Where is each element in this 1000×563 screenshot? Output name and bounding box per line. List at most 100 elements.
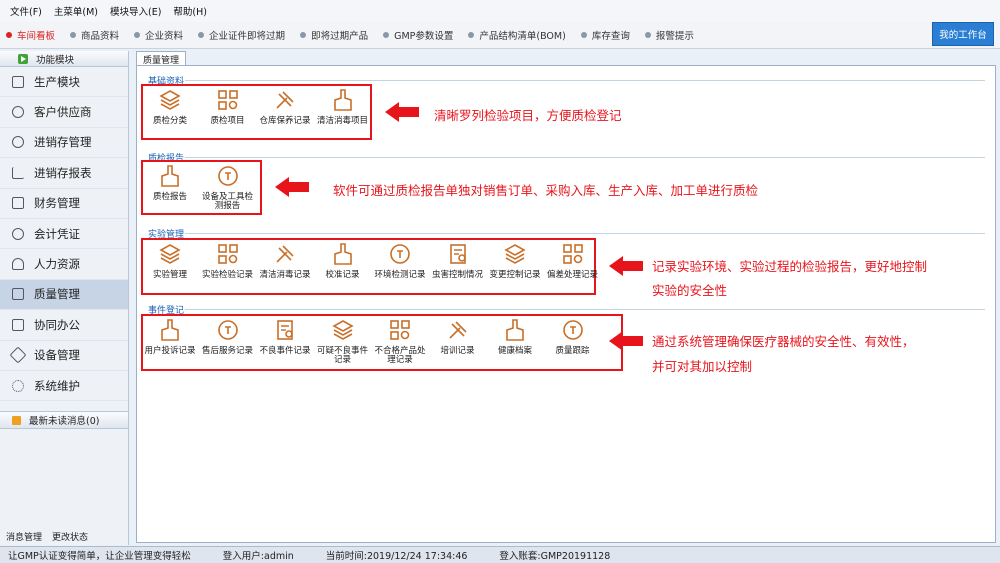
feature-note: 清晰罗列检验项目，方便质检登记	[434, 108, 622, 123]
module-item[interactable]: 可疑不良事件记录	[314, 318, 372, 365]
sidebar-item-quality[interactable]: 质量管理	[0, 279, 128, 311]
bullet-icon	[134, 32, 141, 38]
sidebar-item-system[interactable]: 系统维护	[0, 371, 128, 402]
module-label: 清洁消毒项目	[316, 116, 368, 126]
play-icon	[18, 54, 28, 64]
module-item[interactable]: 清洁消毒项目	[314, 88, 372, 126]
chart-icon	[12, 166, 24, 179]
module-item[interactable]: 清洁消毒记录	[256, 242, 314, 280]
nav-label: 产品结构清单(BOM)	[479, 31, 566, 42]
sidebar-footer: 消息管理 更改状态	[0, 530, 128, 543]
bullet-icon	[6, 32, 12, 38]
module-item[interactable]: 变更控制记录	[486, 242, 544, 280]
menu-module-import[interactable]: 模块导入(E)	[110, 4, 161, 18]
nav-inventory[interactable]: 库存查询	[580, 28, 630, 42]
main-area: 质量管理 基础资料 质检分类 质检项目 仓库保养记录 清洁消毒项目 清晰罗列检验项目，方便…	[136, 51, 996, 545]
module-icon	[390, 244, 410, 264]
feature-note: 实验的安全性	[652, 283, 728, 298]
module-item[interactable]: 环境检测记录	[371, 242, 429, 280]
nav-label: GMP参数设置	[394, 31, 454, 42]
clipboard-icon	[12, 75, 24, 88]
module-item[interactable]: 健康档案	[486, 318, 544, 356]
nav-label: 企业资料	[145, 31, 184, 42]
nav-workshop-board[interactable]: 车间看板	[6, 28, 55, 42]
sidebar-item-hr[interactable]: 人力资源	[0, 249, 128, 280]
module-label: 变更控制记录	[489, 270, 541, 280]
module-item[interactable]: 用户投诉记录	[141, 318, 199, 356]
wrench-icon	[9, 346, 27, 364]
module-label: 偏差处理记录	[546, 270, 598, 280]
module-icon	[159, 90, 181, 110]
module-item[interactable]: 质检项目	[199, 88, 257, 126]
module-label: 售后服务记录	[201, 346, 253, 356]
module-item[interactable]: 实验检验记录	[199, 242, 257, 280]
nav-gmp-settings[interactable]: GMP参数设置	[383, 28, 453, 42]
module-icon	[449, 244, 466, 264]
module-item[interactable]: 质量跟踪	[544, 318, 602, 356]
module-icon	[333, 243, 352, 265]
menu-main[interactable]: 主菜单(M)	[54, 4, 98, 18]
sidebar-item-production[interactable]: 生产模块	[0, 67, 128, 98]
module-item[interactable]: 设备及工具检测报告	[199, 164, 257, 211]
menu-help[interactable]: 帮助(H)	[173, 4, 207, 18]
module-item[interactable]: 不良事件记录	[256, 318, 314, 356]
sidebar-item-vouchers[interactable]: 会计凭证	[0, 219, 128, 250]
module-icon	[217, 166, 238, 186]
nav-label: 即将过期产品	[311, 31, 369, 42]
module-item[interactable]: 不合格产品处理记录	[371, 318, 429, 365]
red-arrow-icon	[609, 256, 643, 276]
wallet-icon	[12, 197, 24, 210]
message-manage-link[interactable]: 消息管理	[6, 530, 42, 543]
status-user: 登入用户:admin	[222, 551, 294, 562]
sidebar-item-reports[interactable]: 进销存报表	[0, 158, 128, 189]
coin-icon	[12, 227, 24, 240]
nav-certificate-expiry[interactable]: 企业证件即将过期	[198, 28, 285, 42]
module-label: 培训记录	[440, 346, 475, 356]
quick-nav-bar: 车间看板 商品资料 企业资料 企业证件即将过期 即将过期产品 GMP参数设置 产…	[0, 22, 1000, 49]
nav-label: 库存查询	[591, 31, 630, 42]
module-item[interactable]: 仓库保养记录	[256, 88, 314, 126]
feature-note: 并可对其加以控制	[652, 359, 753, 374]
tab-quality[interactable]: 质量管理	[136, 51, 186, 66]
nav-label: 企业证件即将过期	[209, 31, 286, 42]
speaker-icon	[12, 415, 21, 425]
module-label: 校准记录	[325, 270, 360, 280]
grid-icon	[12, 288, 24, 301]
nav-product-info[interactable]: 商品资料	[70, 28, 119, 42]
status-account: 登入账套:GMP20191128	[499, 551, 611, 562]
bullet-icon	[300, 32, 307, 38]
module-item[interactable]: 虫害控制情况	[429, 242, 487, 280]
sidebar-item-office[interactable]: 协同办公	[0, 310, 128, 341]
module-icon	[161, 165, 179, 187]
sidebar-item-customers[interactable]: 客户供应商	[0, 97, 128, 128]
nav-bom[interactable]: 产品结构清单(BOM)	[468, 28, 566, 42]
sidebar-item-label: 协同办公	[34, 317, 80, 332]
sidebar-item-label: 生产模块	[34, 74, 80, 89]
module-label: 仓库保养记录	[259, 116, 311, 126]
sidebar-item-inventory[interactable]: 进销存管理	[0, 128, 128, 159]
sidebar-item-equipment[interactable]: 设备管理	[0, 341, 128, 371]
sidebar-item-finance[interactable]: 财务管理	[0, 189, 128, 219]
module-label: 不合格产品处理记录	[374, 346, 426, 365]
my-workbench-button[interactable]: 我的工作台	[932, 22, 994, 46]
nav-product-expiry[interactable]: 即将过期产品	[300, 28, 368, 42]
module-label: 实验检验记录	[201, 270, 253, 280]
module-item[interactable]: 实验管理	[141, 242, 199, 280]
module-item[interactable]: 校准记录	[314, 242, 372, 280]
menu-file[interactable]: 文件(F)	[10, 4, 42, 18]
change-status-link[interactable]: 更改状态	[52, 530, 88, 543]
nav-label: 商品资料	[81, 31, 120, 42]
nav-company-info[interactable]: 企业资料	[134, 28, 183, 42]
red-arrow-icon	[385, 102, 419, 122]
module-item[interactable]: 质检报告	[141, 164, 199, 202]
module-item[interactable]: 偏差处理记录	[544, 242, 602, 280]
module-item[interactable]: 培训记录	[429, 318, 487, 356]
module-label: 质检报告	[152, 192, 187, 202]
module-item[interactable]: 质检分类	[141, 88, 199, 126]
sidebar-item-label: 客户供应商	[34, 105, 92, 120]
module-label: 可疑不良事件记录	[316, 346, 368, 365]
unread-messages-header[interactable]: 最新未读消息(0)	[0, 411, 128, 429]
nav-alarm[interactable]: 报警提示	[644, 28, 694, 42]
module-icon	[504, 244, 526, 264]
module-item[interactable]: 售后服务记录	[199, 318, 257, 356]
